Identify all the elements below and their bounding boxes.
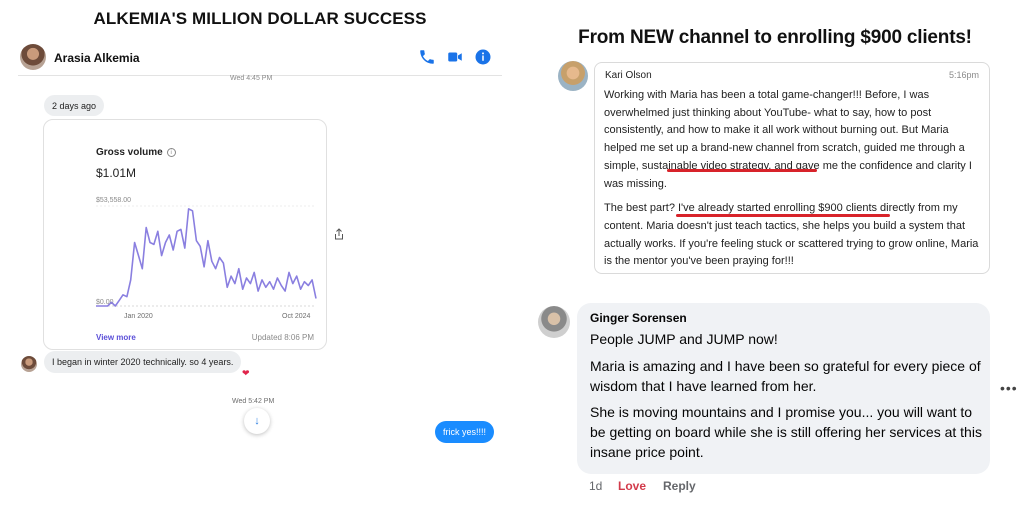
right-panel-title: From NEW channel to enrolling $900 clien… [578,27,972,48]
timestamp-bottom: Wed 5:42 PM [232,398,275,405]
ginger-message: People JUMP and JUMP now! Maria is amazi… [590,331,982,460]
stripe-volume-card[interactable]: Gross volume i $1.01M $53,558.00 $0.00 Ja… [43,119,327,350]
comment-age: 1d [589,479,603,493]
ginger-name[interactable]: Ginger Sorensen [590,311,687,325]
ginger-comment: Ginger Sorensen People JUMP and JUMP now… [577,303,990,474]
updated-time: Updated 8:06 PM [251,333,314,342]
share-icon[interactable] [334,228,344,240]
red-underline-strategy [667,169,817,172]
arrow-down-icon: ↓ [254,415,260,427]
left-panel-title: ALKEMIA'S MILLION DOLLAR SUCCESS [93,9,427,28]
day-separator-pill: 2 days ago [44,95,105,116]
kari-time: 5:16pm [948,70,979,80]
reply-button[interactable]: Reply [663,479,696,493]
highlight-clients: I've already started enrolling $900 clie… [678,202,877,215]
gross-volume-series-line [96,208,317,307]
timestamp-top: Wed 4:45 PM [230,75,273,82]
red-underline-clients [676,214,890,217]
info-icon[interactable] [474,48,492,66]
kari-avatar[interactable] [558,61,588,91]
x-tick-end: Oct 2024 [282,313,311,320]
view-more-link[interactable]: View more [96,333,136,342]
more-options-icon[interactable]: ••• [1000,380,1018,396]
video-call-icon[interactable] [446,48,464,66]
kari-testimonial: Kari Olson 5:16pm Working with Maria has… [594,62,990,274]
x-tick-start: Jan 2020 [124,313,153,320]
contact-name[interactable]: Arasia Alkemia [54,51,140,65]
left-panel: ALKEMIA'S MILLION DOLLAR SUCCESS Arasia … [0,0,512,516]
chat-header: Arasia Alkemia [18,42,502,76]
kari-message: Working with Maria has been a total game… [604,89,979,268]
sent-message[interactable]: frick yes!!!! [435,421,495,443]
kari-name[interactable]: Kari Olson [605,70,652,81]
heart-reaction-icon[interactable]: ❤ [242,368,250,379]
phone-icon[interactable] [418,48,436,66]
scroll-down-button[interactable]: ↓ [244,408,270,434]
avatar[interactable] [20,44,46,70]
sender-avatar[interactable] [21,356,37,372]
love-reaction-button[interactable]: Love [618,479,646,493]
received-message[interactable]: I began in winter 2020 technically. so 4… [44,351,242,373]
ginger-avatar[interactable] [538,306,570,338]
